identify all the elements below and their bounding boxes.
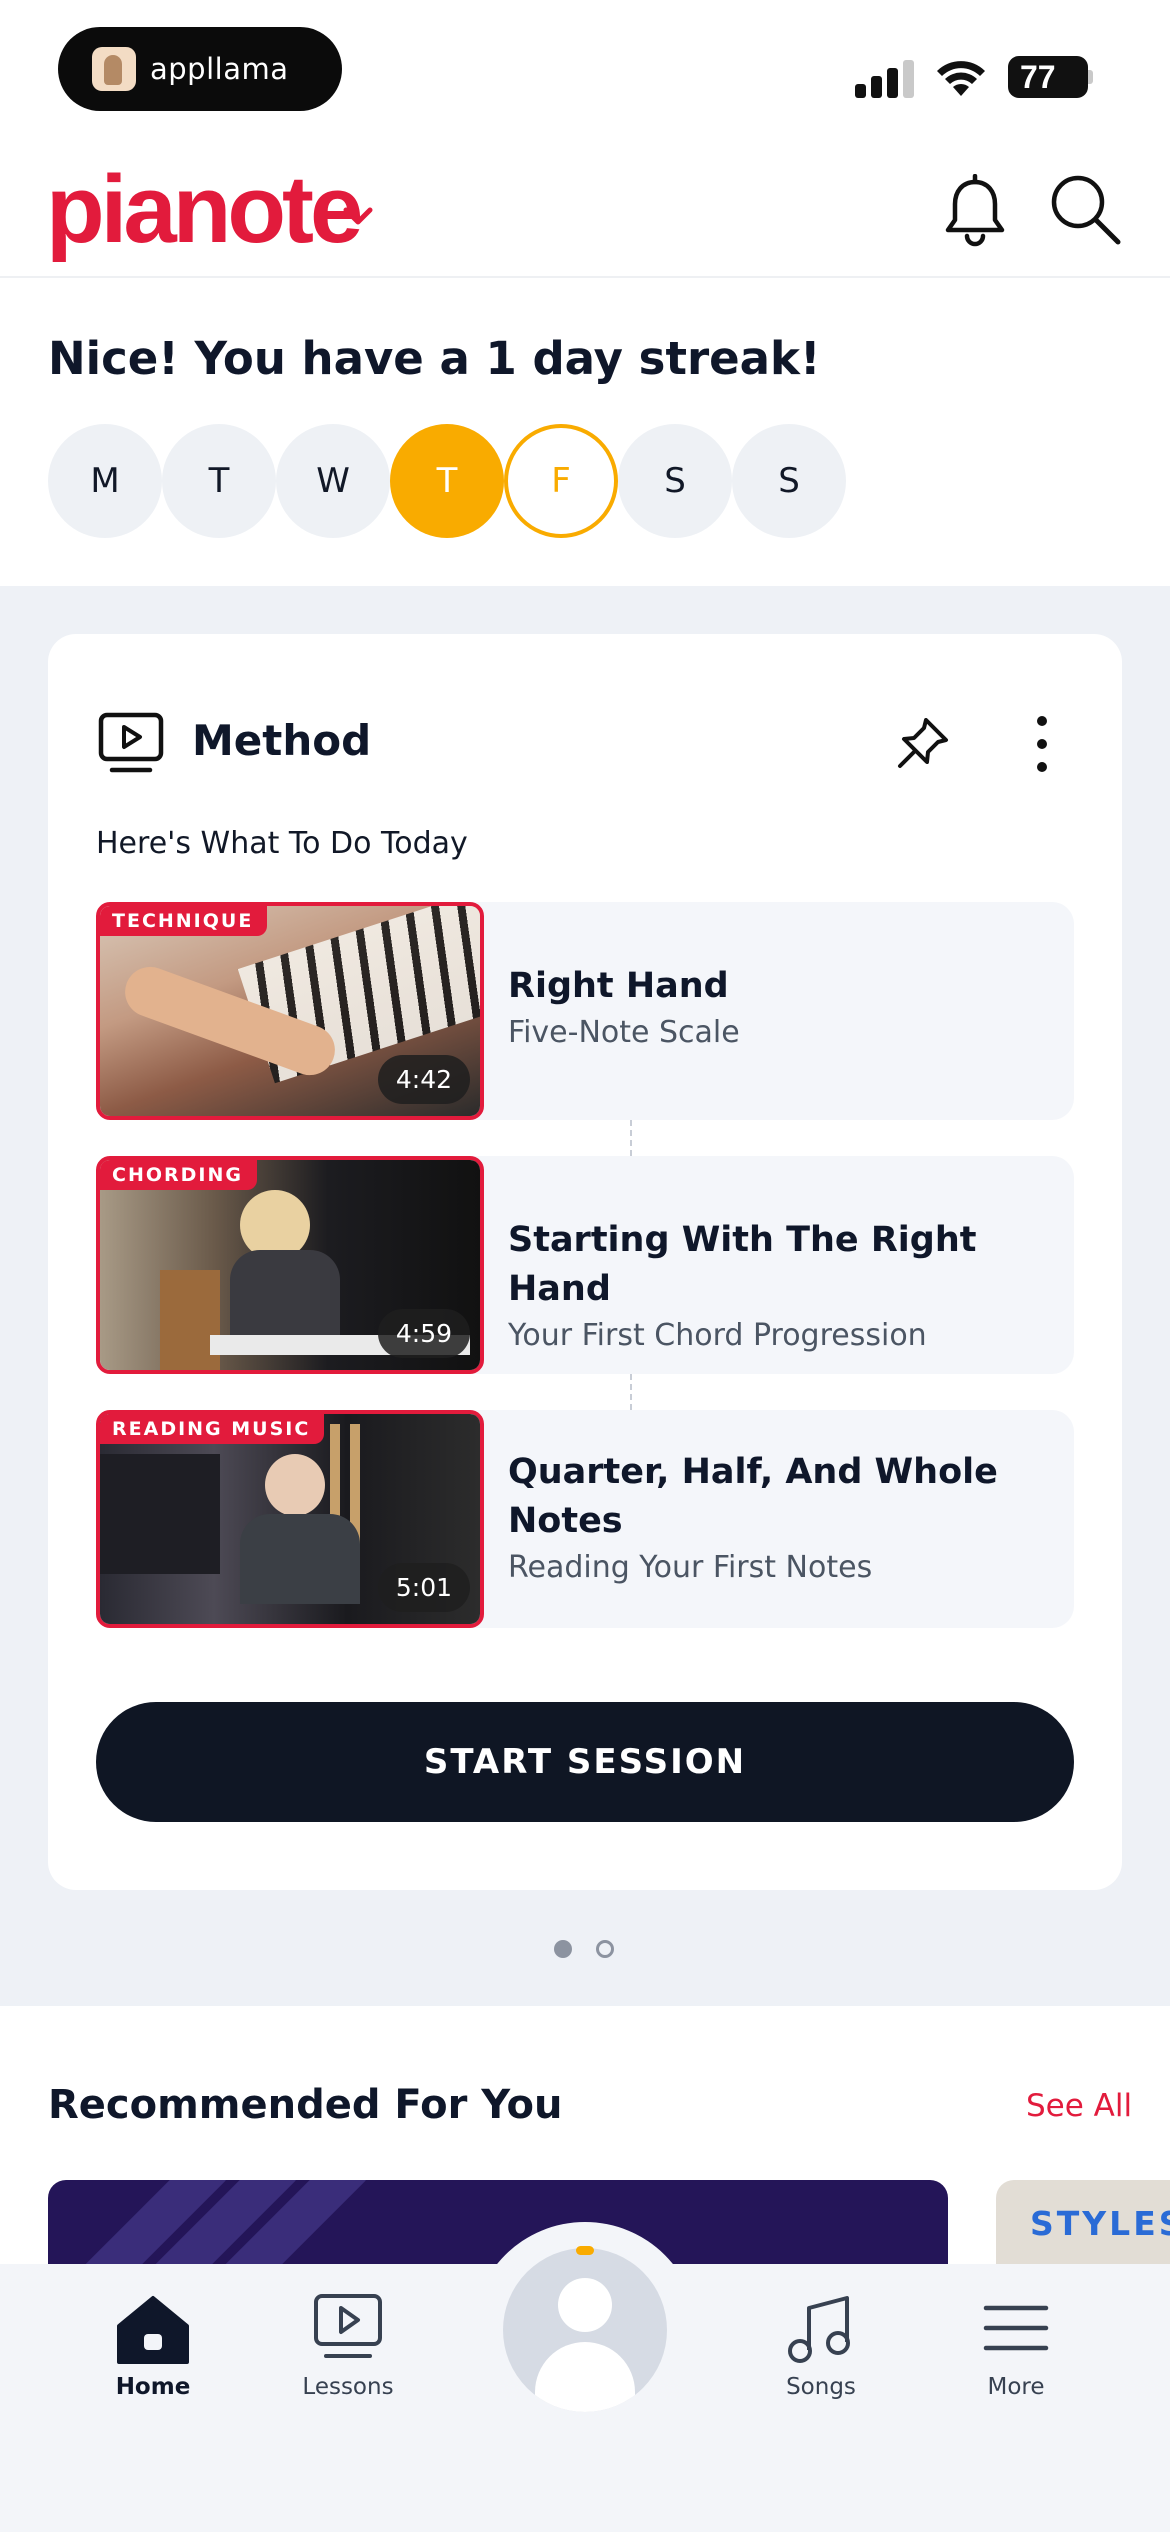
recommended-card[interactable] <box>48 2180 948 2270</box>
lesson-card[interactable]: TECHNIQUE 4:42 Right Hand Five-Note Scal… <box>96 902 1074 1120</box>
pagination-dot-active[interactable] <box>554 1940 572 1958</box>
hamburger-menu-icon <box>983 2305 1049 2351</box>
method-card: Method Here's What To Do Today TECHNIQUE… <box>48 634 1122 1890</box>
lesson-title: Right Hand <box>508 966 729 1006</box>
day-friday-today: F <box>504 424 618 538</box>
more-options-icon[interactable] <box>1032 714 1052 774</box>
app-pill-label: appllama <box>150 52 289 86</box>
lesson-card[interactable]: READING MUSIC 5:01 Quarter, Half, And Wh… <box>96 1410 1074 1628</box>
nav-item-songs[interactable]: Songs <box>746 2290 896 2400</box>
week-days: M T W T F S S <box>48 424 846 538</box>
lesson-duration: 5:01 <box>377 1563 470 1612</box>
profile-activity-indicator <box>576 2246 594 2255</box>
lesson-title: Starting With The Right Hand <box>508 1220 977 1309</box>
app-header: pianote <box>0 140 1170 278</box>
day-tuesday: T <box>162 424 276 538</box>
wifi-icon <box>937 61 985 96</box>
music-note-icon <box>788 2296 850 2363</box>
lesson-duration: 4:42 <box>377 1055 470 1104</box>
chevron-down-icon[interactable] <box>340 198 376 234</box>
avatar-head <box>558 2278 612 2332</box>
lesson-connector <box>630 1374 632 1410</box>
lesson-connector <box>630 1120 632 1156</box>
nav-label-lessons: Lessons <box>302 2374 394 2400</box>
nav-item-home[interactable]: Home <box>78 2290 228 2400</box>
search-icon[interactable] <box>1046 170 1122 246</box>
battery-indicator: 77 <box>1008 56 1100 98</box>
lesson-category-tag: CHORDING <box>100 1160 257 1190</box>
nav-label-home: Home <box>115 2374 191 2400</box>
nav-label-songs: Songs <box>786 2374 856 2400</box>
pin-icon[interactable] <box>894 714 952 772</box>
battery-cap-icon <box>1088 70 1093 84</box>
lesson-category-tag: READING MUSIC <box>100 1414 325 1444</box>
see-all-link[interactable]: See All <box>1026 2088 1132 2124</box>
notification-bell-icon[interactable] <box>940 174 1010 248</box>
lesson-duration: 4:59 <box>377 1309 470 1358</box>
battery-level: 77 <box>1020 58 1056 95</box>
pianote-logo[interactable]: pianote <box>46 162 363 258</box>
day-wednesday: W <box>276 424 390 538</box>
method-title: Method <box>192 716 372 765</box>
app-switcher-pill[interactable]: appllama <box>58 27 342 111</box>
streak-section: Nice! You have a 1 day streak! M T W T F… <box>0 280 1170 586</box>
lesson-category-tag: TECHNIQUE <box>100 906 268 936</box>
lesson-subtitle: Five-Note Scale <box>508 1015 740 1050</box>
lesson-subtitle: Your First Chord Progression <box>508 1318 927 1353</box>
avatar-body <box>535 2342 635 2412</box>
lesson-thumbnail: TECHNIQUE 4:42 <box>96 902 484 1120</box>
lesson-thumbnail: CHORDING 4:59 <box>96 1156 484 1374</box>
cellular-signal-icon <box>855 58 915 98</box>
lesson-text: Starting With The Right Hand Your First … <box>508 1216 1048 1353</box>
recommended-title: Recommended For You <box>48 2082 563 2128</box>
status-bar: appllama 77 <box>0 0 1170 140</box>
carousel-pagination <box>554 1940 614 1958</box>
styles-card-label: STYLES <box>1030 2204 1170 2243</box>
lesson-title: Quarter, Half, And Whole Notes <box>508 1452 998 1541</box>
method-subtitle: Here's What To Do Today <box>96 826 468 861</box>
day-thursday-completed: T <box>390 424 504 538</box>
day-monday: M <box>48 424 162 538</box>
nav-item-lessons[interactable]: Lessons <box>273 2290 423 2400</box>
day-sunday: S <box>732 424 846 538</box>
home-icon <box>117 2296 189 2364</box>
lesson-text: Right Hand Five-Note Scale <box>508 962 1048 1050</box>
lesson-card[interactable]: CHORDING 4:59 Starting With The Right Ha… <box>96 1156 1074 1374</box>
play-screen-icon <box>314 2294 382 2358</box>
nav-label-more: More <box>987 2374 1045 2400</box>
start-session-button[interactable]: START SESSION <box>96 1702 1074 1822</box>
appllama-logo-icon <box>92 47 136 91</box>
nav-item-more[interactable]: More <box>941 2290 1091 2400</box>
play-screen-icon <box>98 712 164 773</box>
avatar-icon[interactable] <box>503 2248 667 2412</box>
lesson-subtitle: Reading Your First Notes <box>508 1550 873 1585</box>
pagination-dot[interactable] <box>596 1940 614 1958</box>
lesson-text: Quarter, Half, And Whole Notes Reading Y… <box>508 1448 1048 1585</box>
streak-title: Nice! You have a 1 day streak! <box>48 332 821 385</box>
day-saturday: S <box>618 424 732 538</box>
lesson-thumbnail: READING MUSIC 5:01 <box>96 1410 484 1628</box>
